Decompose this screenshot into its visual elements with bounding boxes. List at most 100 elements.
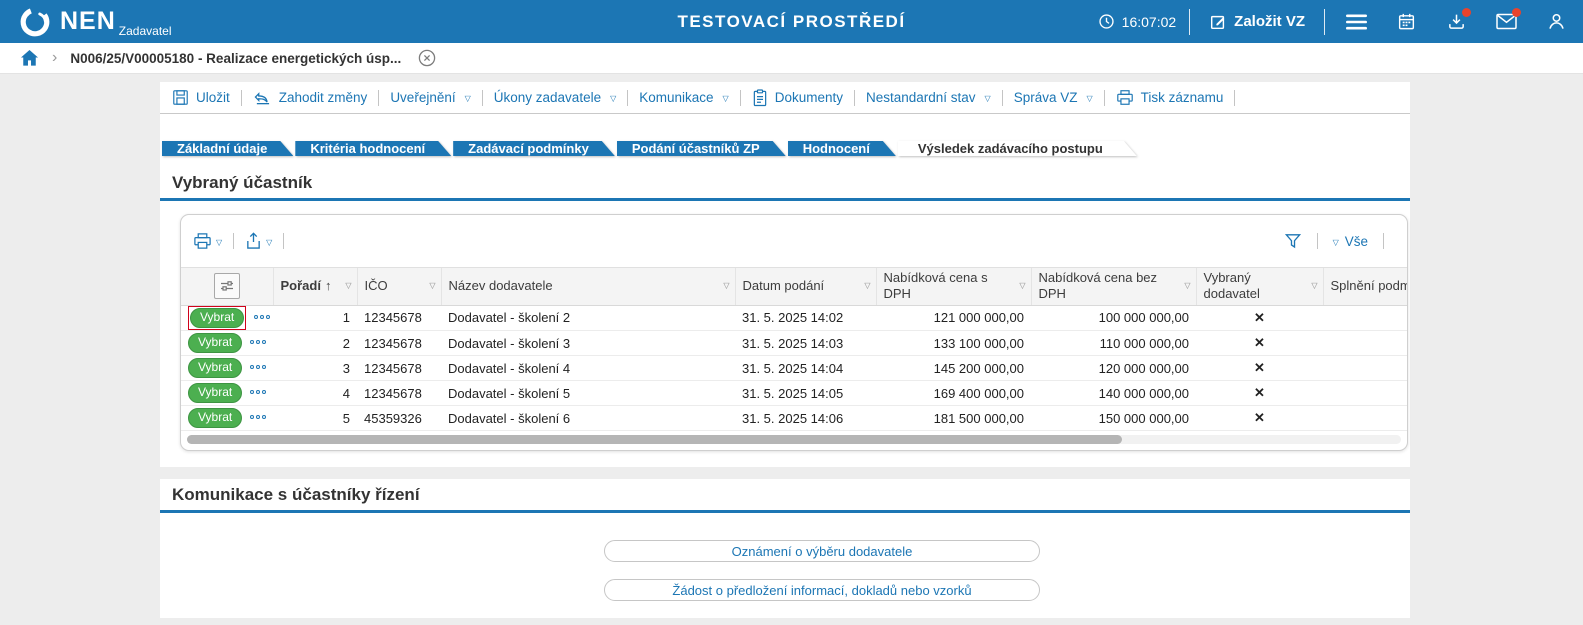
record-toolbar: Uložit Zahodit změny Uveřejnění▽ Úkony z… [160, 82, 1410, 114]
documents-button[interactable]: Dokumenty [752, 89, 843, 107]
cell-ico: 45359326 [357, 406, 441, 431]
vz-administration-menu[interactable]: Správa VZ▽ [1014, 90, 1093, 105]
dropdown-icon: ▽ [465, 94, 471, 103]
cell-vybrany-x-icon: ✕ [1196, 406, 1323, 431]
cell-cena-s-dph: 169 400 000,00 [876, 381, 1031, 406]
cell-cena-bez-dph: 110 000 000,00 [1031, 331, 1196, 356]
divider [1002, 90, 1003, 106]
row-menu-icon[interactable] [250, 340, 266, 344]
vybrat-button[interactable]: Vybrat [190, 308, 244, 329]
supplier-selection-notice-button[interactable]: Oznámení o výběru dodavatele [604, 540, 1040, 562]
cell-poradi: 1 [273, 305, 357, 331]
column-filter-icon[interactable]: ▽ [1311, 281, 1317, 291]
publication-menu[interactable]: Uveřejnění▽ [390, 90, 470, 105]
column-header-splneni-podminek[interactable]: Splnění podmínek [1323, 268, 1407, 306]
contracting-actions-menu[interactable]: Úkony zadavatele▽ [494, 90, 616, 105]
tab-zakladni-udaje[interactable]: Základní údaje [162, 141, 293, 156]
filter-all-dropdown[interactable]: ▽ Vše [1333, 234, 1368, 249]
cell-cena-s-dph: 181 500 000,00 [876, 406, 1031, 431]
cell-cena-bez-dph: 150 000 000,00 [1031, 406, 1196, 431]
cell-cena-bez-dph: 140 000 000,00 [1031, 381, 1196, 406]
tab-kriteria-hodnoceni[interactable]: Kritéria hodnocení [295, 141, 451, 156]
communication-section: Komunikace s účastníky řízení Oznámení o… [160, 479, 1410, 618]
grid-export-button[interactable]: ▽ [245, 232, 272, 250]
scrollbar-thumb[interactable] [187, 435, 1122, 444]
calendar-icon[interactable] [1396, 11, 1417, 32]
cell-datum: 31. 5. 2025 14:04 [735, 356, 876, 381]
document-icon [752, 89, 768, 107]
column-header-cena-bez-dph[interactable]: Nabídková cena bez DPH▽ [1031, 268, 1196, 306]
column-filter-icon[interactable]: ▽ [345, 281, 351, 291]
create-vz-button[interactable]: Založit VZ [1203, 12, 1311, 32]
vybrat-button[interactable]: Vybrat [188, 408, 242, 429]
export-icon [245, 232, 262, 250]
column-header-nazev-dodavatele[interactable]: Název dodavatele▽ [441, 268, 735, 306]
cell-vybrany-x-icon: ✕ [1196, 381, 1323, 406]
column-settings-icon[interactable] [214, 273, 240, 299]
column-header-poradi[interactable]: Pořadí↑▽ [273, 268, 357, 306]
record-breadcrumb-title[interactable]: N006/25/V00005180 - Realizace energetick… [70, 51, 401, 66]
request-documents-button[interactable]: Žádost o předložení informací, dokladů n… [604, 579, 1040, 601]
grid-print-button[interactable]: ▽ [193, 232, 222, 250]
user-icon[interactable] [1546, 11, 1567, 32]
column-filter-icon[interactable]: ▽ [1184, 281, 1190, 291]
save-button[interactable]: Uložit [172, 89, 230, 106]
table-row: Vybrat 4 12345678 Dodavatel - školení 5 … [181, 381, 1407, 406]
tab-zadavaci-podminky[interactable]: Zadávací podmínky [453, 141, 615, 156]
download-tray-icon[interactable] [1446, 11, 1467, 32]
vybrat-button[interactable]: Vybrat [188, 383, 242, 404]
column-header-datum-podani[interactable]: Datum podání▽ [735, 268, 876, 306]
cell-ico: 12345678 [357, 356, 441, 381]
table-row: Vybrat 3 12345678 Dodavatel - školení 4 … [181, 356, 1407, 381]
cell-splneni [1323, 406, 1407, 431]
tab-hodnoceni[interactable]: Hodnocení [788, 141, 896, 156]
print-record-button[interactable]: Tisk záznamu [1116, 89, 1224, 106]
menu-icon[interactable] [1346, 11, 1367, 32]
section-title-selected-participant: Vybraný účastník [172, 173, 1410, 193]
dropdown-icon: ▽ [723, 94, 729, 103]
column-header-ico[interactable]: IČO▽ [357, 268, 441, 306]
divider [378, 90, 379, 106]
divider [740, 90, 741, 106]
cell-vybrany-x-icon: ✕ [1196, 305, 1323, 331]
home-icon[interactable] [20, 49, 39, 67]
column-settings-header[interactable] [181, 268, 273, 306]
grid-toolbar: ▽ ▽ ▽ Vše [181, 215, 1407, 267]
communication-menu[interactable]: Komunikace▽ [639, 90, 728, 105]
close-record-icon[interactable] [418, 49, 436, 67]
column-filter-icon[interactable]: ▽ [723, 281, 729, 291]
dropdown-icon: ▽ [1086, 94, 1092, 103]
column-header-cena-s-dph[interactable]: Nabídková cena s DPH▽ [876, 268, 1031, 306]
row-menu-icon[interactable] [250, 415, 266, 419]
column-filter-icon[interactable]: ▽ [1019, 281, 1025, 291]
row-menu-icon[interactable] [254, 315, 270, 319]
section-title-communication: Komunikace s účastníky řízení [172, 485, 1410, 505]
cell-ico: 12345678 [357, 331, 441, 356]
vybrat-button[interactable]: Vybrat [188, 358, 242, 379]
mail-icon[interactable] [1496, 11, 1517, 32]
cell-poradi: 4 [273, 381, 357, 406]
record-detail-section: Uložit Zahodit změny Uveřejnění▽ Úkony z… [160, 82, 1410, 467]
brand-role: Zadavatel [119, 25, 172, 37]
nonstandard-state-menu[interactable]: Nestandardní stav▽ [866, 90, 991, 105]
tab-vysledek-zadavaciho-postupu[interactable]: Výsledek zadávacího postupu [898, 141, 1137, 156]
filter-icon[interactable] [1284, 232, 1302, 250]
divider [1234, 90, 1235, 106]
dropdown-icon: ▽ [985, 94, 991, 103]
discard-changes-button[interactable]: Zahodit změny [253, 90, 368, 106]
column-header-vybrany-dodavatel[interactable]: Vybraný dodavatel▽ [1196, 268, 1323, 306]
save-icon [172, 89, 189, 106]
top-header: NEN Zadavatel TESTOVACÍ PROSTŘEDÍ 16:07:… [0, 0, 1583, 43]
divider [233, 233, 234, 249]
cell-ico: 12345678 [357, 305, 441, 331]
tab-podani-ucastniku[interactable]: Podání účastníků ZP [617, 141, 786, 156]
vybrat-button[interactable]: Vybrat [188, 333, 242, 354]
dropdown-icon: ▽ [266, 238, 272, 247]
row-menu-icon[interactable] [250, 365, 266, 369]
column-filter-icon[interactable]: ▽ [864, 281, 870, 291]
printer-icon [1116, 89, 1134, 106]
cell-nazev: Dodavatel - školení 3 [441, 331, 735, 356]
nen-logo-link[interactable]: NEN Zadavatel [18, 5, 172, 39]
column-filter-icon[interactable]: ▽ [429, 281, 435, 291]
row-menu-icon[interactable] [250, 390, 266, 394]
